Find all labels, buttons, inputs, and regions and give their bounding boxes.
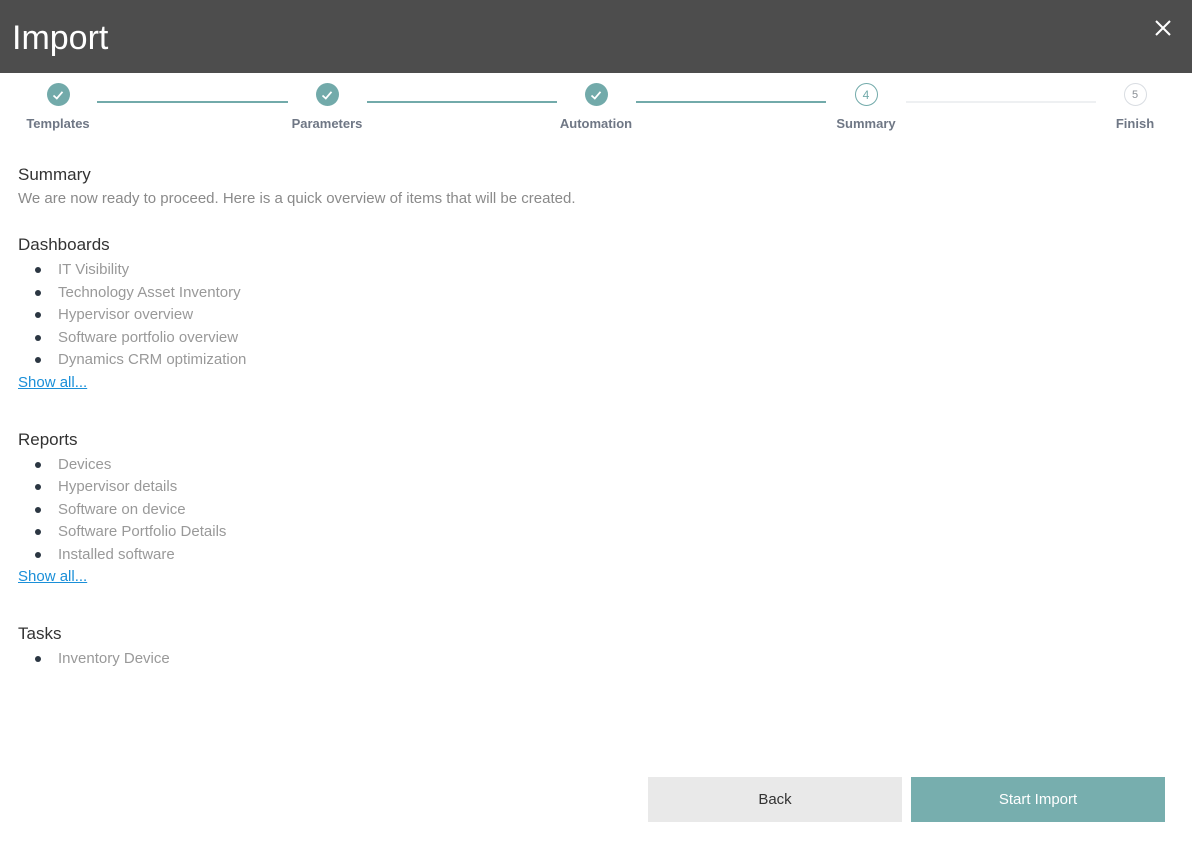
summary-description: We are now ready to proceed. Here is a q…: [18, 190, 576, 207]
step-templates[interactable]: Templates: [0, 83, 118, 131]
step-finish[interactable]: 5 Finish: [1075, 83, 1192, 131]
reports-heading: Reports: [18, 429, 78, 449]
list-item: Software on device: [18, 499, 1168, 522]
reports-show-all-link[interactable]: Show all...: [18, 566, 87, 588]
list-item: Dynamics CRM optimization: [18, 349, 1168, 372]
tasks-list: Inventory Device: [18, 648, 1168, 671]
list-item: Inventory Device: [18, 648, 1168, 671]
list-item: Hypervisor overview: [18, 304, 1168, 327]
dashboards-heading: Dashboards: [18, 235, 110, 254]
checkmark-icon: [315, 83, 339, 106]
dashboards-show-all-link[interactable]: Show all...: [18, 372, 87, 394]
summary-content: Summary We are now ready to proceed. Her…: [18, 163, 1168, 671]
step-label: Finish: [1115, 116, 1155, 131]
tasks-heading: Tasks: [18, 624, 62, 643]
step-connector: [636, 101, 826, 103]
list-item: Technology Asset Inventory: [18, 282, 1168, 305]
list-item: Software Portfolio Details: [18, 521, 1168, 544]
step-connector: [97, 101, 288, 103]
list-item: Devices: [18, 454, 1168, 477]
step-connector: [367, 101, 557, 103]
list-item: IT Visibility: [18, 259, 1168, 282]
reports-list: Devices Hypervisor details Software on d…: [18, 454, 1168, 567]
step-number: 5: [1123, 83, 1147, 106]
step-summary[interactable]: 4 Summary: [806, 83, 926, 131]
back-button[interactable]: Back: [648, 777, 902, 822]
dialog-title: Import: [12, 19, 109, 57]
step-connector: [906, 101, 1096, 103]
list-item: Software portfolio overview: [18, 327, 1168, 350]
close-icon[interactable]: [1152, 17, 1174, 39]
step-automation[interactable]: Automation: [536, 83, 656, 131]
start-import-button[interactable]: Start Import: [911, 777, 1165, 822]
list-item: Hypervisor details: [18, 476, 1168, 499]
dialog-header: Import: [0, 0, 1192, 73]
step-label: Parameters: [291, 116, 363, 131]
checkmark-icon: [46, 83, 70, 106]
summary-heading: Summary: [18, 165, 91, 184]
checkmark-icon: [584, 83, 608, 106]
step-number: 4: [854, 83, 878, 106]
wizard-stepper: Templates Parameters Automation 4 Summar…: [0, 73, 1192, 153]
step-parameters[interactable]: Parameters: [267, 83, 387, 131]
step-label: Summary: [836, 116, 896, 131]
dashboards-list: IT Visibility Technology Asset Inventory…: [18, 259, 1168, 372]
step-label: Automation: [559, 116, 633, 131]
list-item: Installed software: [18, 544, 1168, 567]
step-label: Templates: [26, 116, 90, 131]
